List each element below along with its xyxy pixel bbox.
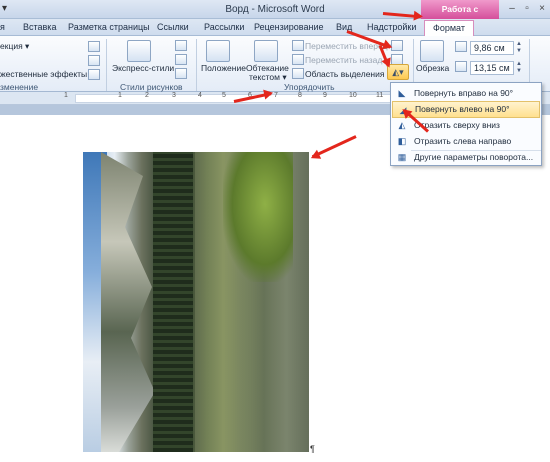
bring-forward-icon[interactable]	[292, 40, 304, 51]
contextual-tab-group-picture-tools: Работа с рисунками	[421, 0, 499, 33]
quick-styles-button[interactable]: Экспресс-стили	[112, 63, 174, 73]
selection-pane-button[interactable]: Область выделения	[305, 69, 384, 79]
menu-item-label: Повернуть влево на 90°	[415, 104, 510, 114]
ruler-number: 9	[323, 92, 327, 99]
maximize-button[interactable]: ▫	[520, 3, 534, 15]
group-label-picture-styles: Стили рисунков	[120, 82, 183, 92]
ribbon-separator	[106, 39, 107, 91]
rotation-options-icon: ▦	[397, 152, 407, 162]
group-label-adjust: зменение	[0, 82, 39, 92]
corrections-button[interactable]: екция ▾	[0, 41, 29, 52]
crop-icon[interactable]	[420, 40, 444, 62]
close-button[interactable]: ×	[535, 3, 549, 15]
ruler-number: 2	[145, 92, 149, 99]
selection-pane-icon[interactable]	[292, 68, 304, 79]
ribbon-separator	[196, 39, 197, 91]
flip-vertical-icon: ◭	[398, 120, 406, 130]
height-input[interactable]: 9,86 см	[470, 41, 514, 55]
menu-item-label: Отразить слева направо	[414, 136, 512, 146]
crop-button[interactable]: Обрезка	[416, 63, 449, 73]
ruler-number: 4	[198, 92, 202, 99]
menu-item-more-rotation-options[interactable]: ▦ Другие параметры поворота...	[392, 149, 540, 166]
picture-border-icon[interactable]	[175, 40, 187, 51]
ruler-number: 11	[376, 92, 384, 99]
tab-page-layout[interactable]: Разметка страницы	[68, 22, 150, 32]
tab-review[interactable]: Рецензирование	[254, 22, 324, 32]
flip-horizontal-icon: ◧	[397, 136, 407, 146]
reset-picture-icon[interactable]	[88, 69, 100, 80]
ruler-number: 1	[64, 92, 68, 99]
wrap-text-dropdown[interactable]: текстом ▾	[249, 72, 287, 83]
send-backward-icon[interactable]	[292, 54, 304, 65]
position-icon[interactable]	[206, 40, 230, 62]
tab-insert[interactable]: Вставка	[23, 22, 56, 32]
menu-item-label: Повернуть вправо на 90°	[414, 88, 514, 98]
height-icon	[455, 41, 467, 52]
send-backward-button[interactable]: Переместить назад ▾	[305, 55, 389, 66]
width-icon	[455, 61, 467, 72]
artistic-effects-button[interactable]: жественные эффекты ▾	[0, 69, 94, 80]
ruler-number: 8	[298, 92, 302, 99]
photo-forest	[153, 152, 193, 452]
tab-home[interactable]: я	[0, 22, 5, 32]
ribbon-tabs: я Вставка Разметка страницы Ссылки Рассы…	[0, 19, 550, 37]
wrap-text-icon[interactable]	[254, 40, 278, 62]
ruler-number: 1	[118, 92, 122, 99]
ruler-number: 3	[172, 92, 176, 99]
rotate-right-icon: ◣	[398, 88, 406, 98]
title-bar: ▾ Ворд - Microsoft Word Работа с рисунка…	[0, 0, 550, 33]
rotate-icon: ◭▾	[392, 67, 404, 77]
quick-styles-icon[interactable]	[127, 40, 151, 62]
width-spinner[interactable]: ▲ ▼	[515, 61, 523, 75]
group-label-arrange: Упорядочить	[284, 82, 335, 92]
rotated-landscape-photo[interactable]	[83, 152, 309, 452]
position-button[interactable]: Положение	[201, 63, 246, 73]
picture-effects-icon[interactable]	[175, 54, 187, 65]
minimize-button[interactable]: –	[505, 3, 519, 15]
menu-item-rotate-right[interactable]: ◣ Повернуть вправо на 90°	[392, 85, 540, 102]
ruler-number: 7	[274, 92, 278, 99]
ruler-number: 5	[222, 92, 226, 99]
picture-layout-icon[interactable]	[175, 68, 187, 79]
menu-item-label: Другие параметры поворота...	[414, 152, 534, 162]
change-picture-icon[interactable]	[88, 55, 100, 66]
ruler-number: 10	[349, 92, 357, 99]
tab-mailings[interactable]: Рассылки	[204, 22, 244, 32]
paragraph-mark: ¶	[310, 444, 315, 454]
menu-item-flip-horizontal[interactable]: ◧ Отразить слева направо	[392, 133, 540, 150]
tab-format[interactable]: Формат	[424, 20, 474, 37]
menu-item-rotate-left[interactable]: ◢ Повернуть влево на 90°	[392, 101, 540, 118]
tab-add-ins[interactable]: Надстройки	[367, 22, 416, 32]
rotate-menu: ◣ Повернуть вправо на 90° ◢ Повернуть вл…	[390, 82, 542, 166]
compress-pictures-icon[interactable]	[88, 41, 100, 52]
photo-mountain	[101, 152, 155, 452]
photo-grass	[223, 152, 293, 282]
width-input[interactable]: 13,15 см	[470, 61, 514, 75]
height-spinner[interactable]: ▲ ▼	[515, 41, 523, 55]
tab-references[interactable]: Ссылки	[157, 22, 189, 32]
